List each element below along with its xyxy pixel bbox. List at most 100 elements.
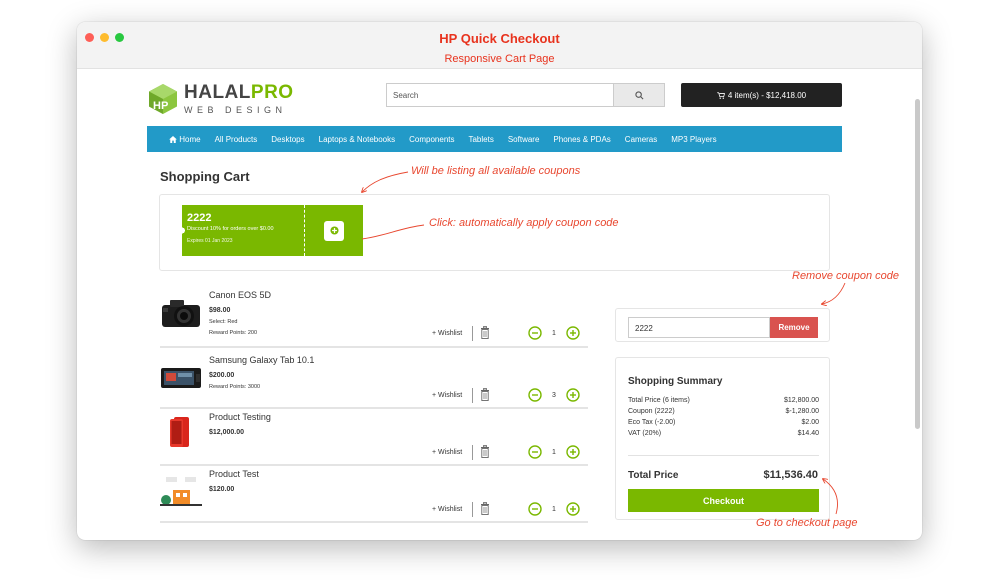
vertical-scrollbar[interactable] bbox=[915, 99, 920, 429]
coupon-description: Discount 10% for orders over $0.00 bbox=[187, 226, 274, 232]
summary-row-value: $2.00 bbox=[801, 419, 819, 426]
quantity-stepper[interactable]: 1 bbox=[528, 326, 580, 340]
summary-row-value: $-1,280.00 bbox=[785, 408, 819, 415]
nav-item-label: Home bbox=[179, 134, 201, 144]
total-price-label: Total Price bbox=[628, 470, 679, 481]
coupon-code-input[interactable]: 2222 bbox=[628, 317, 770, 338]
divider bbox=[472, 445, 473, 460]
summary-row: VAT (20%) $14.40 bbox=[628, 430, 819, 437]
quantity-value[interactable]: 1 bbox=[542, 506, 566, 513]
add-wishlist-button[interactable]: + Wishlist bbox=[432, 330, 462, 337]
quantity-value[interactable]: 3 bbox=[542, 392, 566, 399]
add-wishlist-button[interactable]: + Wishlist bbox=[432, 392, 462, 399]
product-image-phone[interactable] bbox=[160, 415, 202, 451]
plus-circle-icon[interactable] bbox=[566, 445, 580, 459]
summary-divider bbox=[628, 455, 819, 456]
divider bbox=[472, 326, 473, 341]
nav-item-mp3-players[interactable]: MP3 Players bbox=[671, 135, 716, 144]
search-icon bbox=[634, 90, 643, 99]
product-price: $120.00 bbox=[209, 486, 235, 493]
plus-circle-icon[interactable] bbox=[566, 502, 580, 516]
divider bbox=[472, 388, 473, 403]
trash-icon[interactable] bbox=[480, 502, 490, 515]
main-nav: Home All Products Desktops Laptops & Not… bbox=[147, 126, 842, 152]
summary-title: Shopping Summary bbox=[628, 376, 723, 387]
cart-item: Product Testing $12,000.00 + Wishlist 1 bbox=[160, 409, 588, 466]
logo-title: HALALPRO bbox=[184, 82, 294, 104]
coupon-apply-area bbox=[305, 205, 363, 256]
product-image-camera[interactable] bbox=[160, 293, 202, 329]
summary-row: Eco Tax (-2.00) $2.00 bbox=[628, 419, 819, 426]
product-image-generic[interactable] bbox=[160, 472, 202, 508]
page-content: HP HALALPRO WEB DESIGN Search 4 item(s) … bbox=[77, 69, 922, 540]
coupon-card[interactable]: 2222 Discount 10% for orders over $0.00 … bbox=[182, 205, 364, 256]
cart-button[interactable]: 4 item(s) - $12,418.00 bbox=[681, 83, 842, 107]
quantity-stepper[interactable]: 1 bbox=[528, 445, 580, 459]
product-name[interactable]: Product Testing bbox=[209, 412, 271, 422]
nav-item-laptops[interactable]: Laptops & Notebooks bbox=[319, 135, 396, 144]
summary-row-label: VAT (20%) bbox=[628, 430, 662, 437]
quantity-value[interactable]: 1 bbox=[542, 330, 566, 337]
summary-row-label: Total Price (6 items) bbox=[628, 397, 690, 404]
nav-item-all-products[interactable]: All Products bbox=[215, 135, 258, 144]
coupon-details: 2222 Discount 10% for orders over $0.00 … bbox=[182, 205, 305, 256]
window-title: HP Quick Checkout bbox=[439, 31, 560, 46]
nav-item-desktops[interactable]: Desktops bbox=[271, 135, 304, 144]
annotation-apply: Click: automatically apply coupon code bbox=[429, 217, 619, 229]
window-subtitle: Responsive Cart Page bbox=[444, 53, 555, 65]
coupon-code: 2222 bbox=[187, 212, 212, 224]
plus-circle-icon[interactable] bbox=[566, 326, 580, 340]
nav-item-phones[interactable]: Phones & PDAs bbox=[553, 135, 610, 144]
add-wishlist-button[interactable]: + Wishlist bbox=[432, 449, 462, 456]
cart-button-label: 4 item(s) - $12,418.00 bbox=[727, 90, 807, 100]
quantity-stepper[interactable]: 3 bbox=[528, 388, 580, 402]
nav-item-software[interactable]: Software bbox=[508, 135, 540, 144]
minus-circle-icon[interactable] bbox=[528, 388, 542, 402]
page-title: Shopping Cart bbox=[160, 169, 250, 184]
product-option: Select: Red bbox=[209, 319, 238, 325]
summary-row: Coupon (2222) $-1,280.00 bbox=[628, 408, 819, 415]
product-price: $200.00 bbox=[209, 372, 235, 379]
trash-icon[interactable] bbox=[480, 326, 490, 339]
shopping-summary: Shopping Summary Total Price (6 items) $… bbox=[615, 357, 830, 520]
annotation-remove: Remove coupon code bbox=[792, 270, 900, 282]
minus-circle-icon[interactable] bbox=[528, 502, 542, 516]
product-image-tablet[interactable] bbox=[160, 358, 202, 394]
coupon-form: 2222 Remove bbox=[615, 308, 830, 342]
checkout-button[interactable]: Checkout bbox=[628, 489, 819, 512]
plus-circle-icon[interactable] bbox=[566, 388, 580, 402]
add-wishlist-button[interactable]: + Wishlist bbox=[432, 506, 462, 513]
product-name[interactable]: Samsung Galaxy Tab 10.1 bbox=[209, 355, 314, 365]
search-button[interactable] bbox=[613, 83, 665, 107]
trash-icon[interactable] bbox=[480, 388, 490, 401]
cart-item: Product Test $120.00 + Wishlist 1 bbox=[160, 466, 588, 523]
minus-circle-icon[interactable] bbox=[528, 445, 542, 459]
quantity-stepper[interactable]: 1 bbox=[528, 502, 580, 516]
logo-title-text: HALALPRO bbox=[184, 82, 294, 103]
quantity-value[interactable]: 1 bbox=[542, 449, 566, 456]
summary-row: Total Price (6 items) $12,800.00 bbox=[628, 397, 819, 404]
minus-circle-icon[interactable] bbox=[528, 326, 542, 340]
product-name[interactable]: Canon EOS 5D bbox=[209, 290, 271, 300]
home-icon bbox=[169, 135, 177, 143]
nav-item-components[interactable]: Components bbox=[409, 135, 454, 144]
site-logo[interactable]: HP HALALPRO WEB DESIGN bbox=[147, 82, 294, 115]
divider bbox=[472, 502, 473, 517]
total-price-value: $11,536.40 bbox=[763, 469, 818, 481]
apply-coupon-button[interactable] bbox=[324, 220, 344, 241]
trash-icon[interactable] bbox=[480, 445, 490, 458]
logo-title-accent: PRO bbox=[250, 82, 294, 103]
title-bar: HP Quick Checkout Responsive Cart Page bbox=[77, 22, 922, 69]
summary-row-label: Coupon (2222) bbox=[628, 408, 675, 415]
product-name[interactable]: Product Test bbox=[209, 469, 259, 479]
product-reward: Reward Points: 200 bbox=[209, 330, 257, 336]
nav-item-home[interactable]: Home bbox=[169, 135, 201, 144]
cart-icon bbox=[716, 91, 725, 99]
product-reward: Reward Points: 3000 bbox=[209, 384, 261, 390]
nav-item-tablets[interactable]: Tablets bbox=[468, 135, 493, 144]
logo-subtitle: WEB DESIGN bbox=[184, 105, 287, 115]
summary-row-value: $12,800.00 bbox=[783, 397, 819, 404]
nav-item-cameras[interactable]: Cameras bbox=[625, 135, 657, 144]
svg-text:HP: HP bbox=[153, 100, 168, 112]
remove-coupon-button[interactable]: Remove bbox=[770, 317, 818, 338]
